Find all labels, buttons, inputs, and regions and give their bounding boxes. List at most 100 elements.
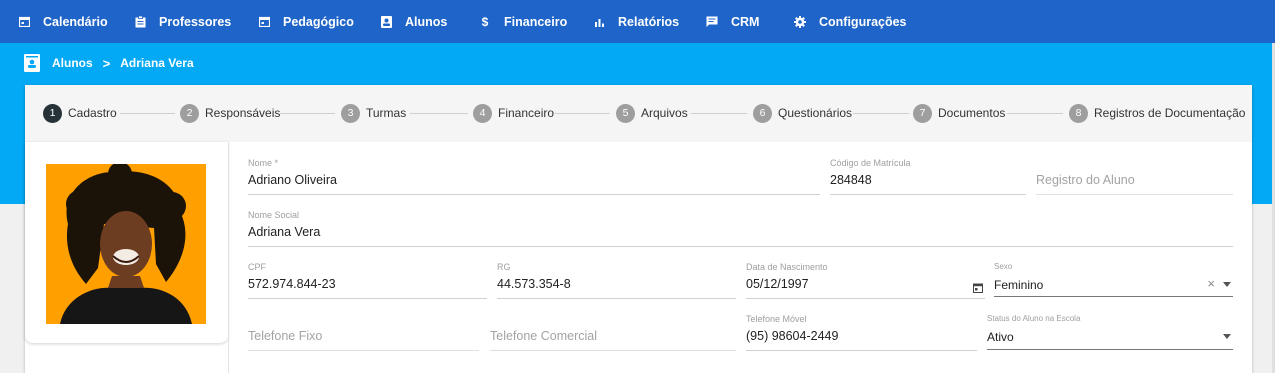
field-label: RG	[497, 262, 511, 272]
calendar-icon	[18, 16, 30, 28]
dollar-icon: $	[481, 14, 489, 29]
step-number: 4	[473, 103, 492, 123]
step-financeiro[interactable]: 4 Financeiro	[473, 103, 554, 123]
step-number: 7	[913, 103, 932, 123]
step-label: Documentos	[938, 106, 1006, 120]
nav-label: Relatórios	[618, 14, 680, 29]
nav-item-crm[interactable]: CRM	[706, 0, 759, 43]
step-number: 3	[341, 103, 360, 123]
field-value: Adriano Oliveira	[248, 173, 337, 187]
step-label: Financeiro	[498, 106, 555, 120]
nav-label: CRM	[731, 14, 760, 29]
field-label: Telefone Móvel	[746, 314, 807, 324]
chevron-right-icon: >	[102, 55, 111, 71]
step-label: Questionários	[778, 106, 853, 120]
gear-icon	[794, 15, 806, 28]
nav-item-configuracoes[interactable]: Configurações	[794, 0, 907, 43]
step-connector	[691, 113, 747, 114]
top-navigation: Calendário Professores Pedagógico Alunos…	[0, 0, 1275, 43]
step-connector	[120, 113, 175, 114]
telefone-movel-field[interactable]: Telefone Móvel (95) 98604-2449	[746, 314, 977, 351]
field-value: 284848	[830, 173, 872, 187]
nav-item-calendario[interactable]: Calendário	[18, 0, 108, 43]
field-label: Status do Aluno na Escola	[987, 314, 1081, 323]
nav-label: Pedagógico	[283, 14, 354, 29]
field-label: Data de Nascimento	[746, 262, 828, 272]
field-placeholder: Registro do Aluno	[1036, 173, 1135, 187]
step-responsaveis[interactable]: 2 Responsáveis	[180, 103, 280, 123]
step-number: 6	[753, 103, 772, 123]
step-turmas[interactable]: 3 Turmas	[341, 103, 406, 123]
step-number: 2	[180, 103, 199, 123]
message-icon	[706, 16, 718, 28]
field-value: Adriana Vera	[248, 225, 321, 239]
step-label: Responsáveis	[205, 106, 281, 120]
calendar-icon	[258, 16, 270, 28]
step-arquivos[interactable]: 5 Arquivos	[616, 103, 688, 123]
nav-item-relatorios[interactable]: Relatórios	[593, 0, 679, 43]
step-questionarios[interactable]: 6 Questionários	[753, 103, 852, 123]
clipboard-icon	[134, 15, 146, 28]
photo-panel	[25, 142, 228, 343]
nome-field[interactable]: Nome * Adriano Oliveira	[248, 158, 820, 195]
cpf-field[interactable]: CPF 572.974.844-23	[248, 262, 487, 299]
bar-chart-icon	[593, 16, 605, 28]
nome-social-field[interactable]: Nome Social Adriana Vera	[248, 210, 1233, 247]
chevron-down-icon[interactable]	[1223, 282, 1231, 287]
breadcrumb-root[interactable]: Alunos	[52, 56, 93, 70]
field-label: CPF	[248, 262, 266, 272]
field-label: Sexo	[994, 262, 1013, 271]
step-documentos[interactable]: 7 Documentos	[913, 103, 1005, 123]
vertical-divider	[228, 142, 229, 373]
step-cadastro[interactable]: 1 Cadastro	[43, 103, 117, 123]
field-value: 44.573.354-8	[497, 277, 571, 291]
data-nascimento-field[interactable]: Data de Nascimento 05/12/1997	[746, 262, 985, 299]
field-placeholder: Telefone Comercial	[490, 329, 597, 343]
breadcrumb-current: Adriana Vera	[120, 56, 194, 70]
student-photo[interactable]	[46, 164, 206, 324]
sexo-select[interactable]: Sexo Feminino ×	[994, 262, 1233, 297]
field-value: Ativo	[987, 330, 1014, 344]
student-badge-icon	[380, 15, 392, 28]
chevron-down-icon[interactable]	[1223, 334, 1231, 339]
breadcrumb: Alunos > Adriana Vera	[24, 53, 194, 73]
step-number: 8	[1069, 103, 1088, 123]
step-number: 5	[616, 103, 635, 123]
registro-aluno-field[interactable]: Registro do Aluno	[1036, 158, 1233, 195]
step-label: Registros de Documentação	[1094, 106, 1246, 120]
nav-item-financeiro[interactable]: $ Financeiro	[479, 0, 568, 43]
step-connector	[1007, 113, 1063, 114]
field-value: Feminino	[994, 278, 1044, 292]
step-connector	[555, 113, 610, 114]
field-value: 572.974.844-23	[248, 277, 336, 291]
nav-item-alunos[interactable]: Alunos	[380, 0, 447, 43]
stepper: 1 Cadastro 2 Responsáveis 3 Turmas 4 Fin…	[25, 85, 1252, 142]
student-form-card: 1 Cadastro 2 Responsáveis 3 Turmas 4 Fin…	[25, 85, 1252, 373]
student-book-icon	[24, 54, 40, 72]
step-connector	[410, 113, 468, 114]
step-label: Cadastro	[68, 106, 117, 120]
nav-item-professores[interactable]: Professores	[134, 0, 231, 43]
field-placeholder: Telefone Fixo	[248, 329, 323, 343]
status-aluno-select[interactable]: Status do Aluno na Escola Ativo	[987, 314, 1233, 350]
step-label: Arquivos	[641, 106, 688, 120]
nav-item-pedagogico[interactable]: Pedagógico	[258, 0, 354, 43]
rg-field[interactable]: RG 44.573.354-8	[497, 262, 736, 299]
step-connector	[280, 113, 335, 114]
step-number: 1	[43, 103, 62, 123]
nav-label: Calendário	[43, 14, 108, 29]
step-registros[interactable]: 8 Registros de Documentação	[1069, 103, 1245, 123]
nav-label: Financeiro	[504, 14, 568, 29]
field-label: Nome *	[248, 158, 279, 168]
telefone-comercial-field[interactable]: Telefone Comercial	[490, 314, 736, 351]
step-label: Turmas	[366, 106, 407, 120]
field-label: Código de Matrícula	[830, 158, 911, 168]
nav-label: Configurações	[819, 14, 907, 29]
telefone-fixo-field[interactable]: Telefone Fixo	[248, 314, 479, 351]
calendar-picker-icon[interactable]	[973, 280, 983, 298]
clear-icon[interactable]: ×	[1207, 276, 1215, 291]
field-value: (95) 98604-2449	[746, 329, 839, 343]
field-label: Nome Social	[248, 210, 300, 220]
nav-label: Professores	[159, 14, 232, 29]
codigo-matricula-field[interactable]: Código de Matrícula 284848	[830, 158, 1026, 195]
